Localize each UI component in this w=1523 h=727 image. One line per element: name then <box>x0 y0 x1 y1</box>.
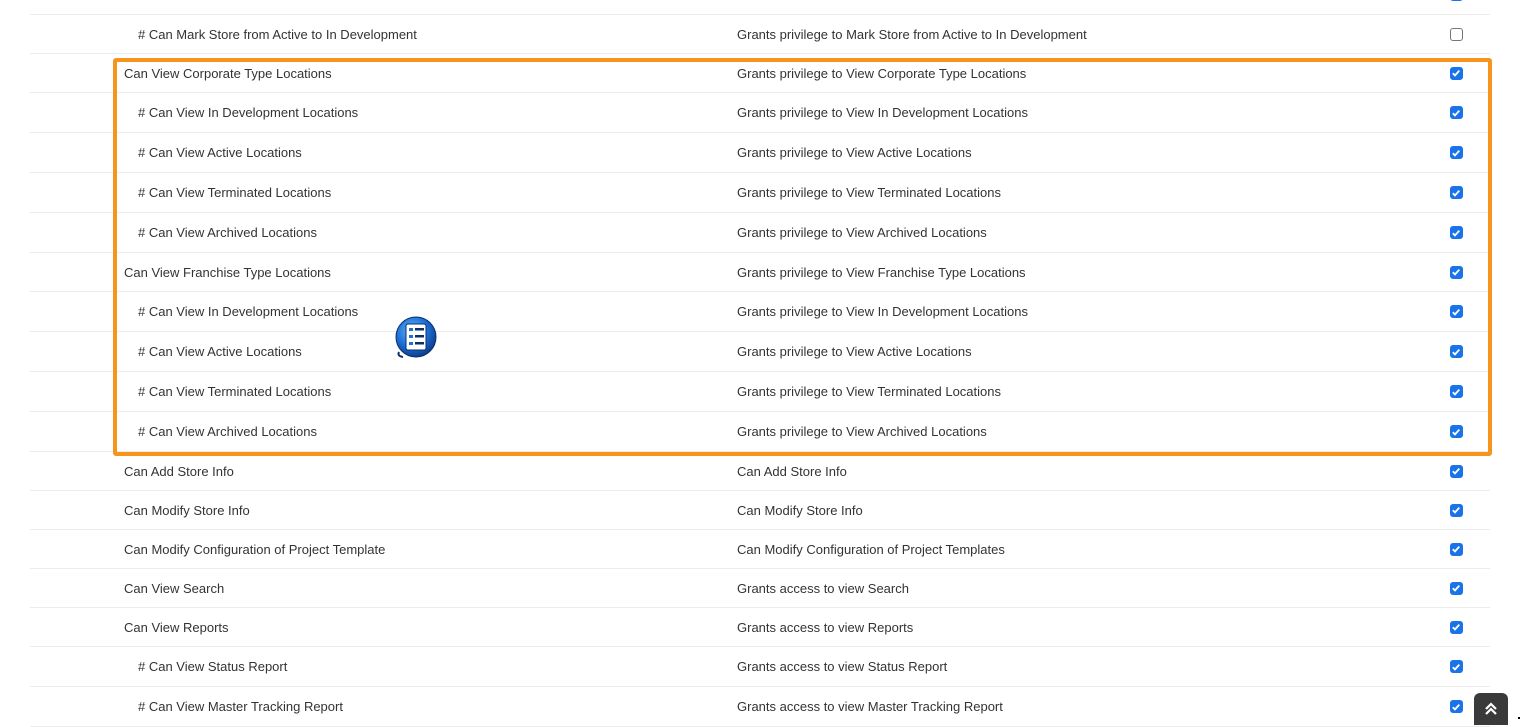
permission-checkbox[interactable] <box>1449 186 1463 199</box>
permission-description: Grants access to view Search <box>737 580 909 596</box>
table-row: # Can View Active Locations Grants privil… <box>30 332 1490 372</box>
permission-description: Grants privilege to View Terminated Loca… <box>737 384 1001 399</box>
permission-description: Grants privilege to View Active Location… <box>737 344 972 359</box>
table-row: # Can View In Development Locations Grant… <box>30 292 1490 332</box>
table-row: Can Modify Configuration of Project Temp… <box>30 530 1490 569</box>
permission-name: # Can View Active Locations <box>138 145 302 160</box>
permission-description: Grants privilege to View Active Location… <box>737 145 972 160</box>
permission-checkbox[interactable] <box>1449 66 1463 80</box>
permission-checkbox[interactable] <box>1449 503 1463 517</box>
numbered-list-icon[interactable] <box>393 316 439 360</box>
permission-name: # Can View Terminated Locations <box>138 185 332 200</box>
permission-checkbox[interactable] <box>1449 464 1463 478</box>
table-row: Can Modify Store Info Can Modify Store In… <box>30 491 1490 530</box>
permission-description: Grants privilege to View Archived Locati… <box>737 424 987 439</box>
permission-name: # Can View In Development Locations <box>138 105 359 120</box>
permission-checkbox[interactable] <box>1449 700 1463 713</box>
table-row: # Can Mark Store from Active to In Devel… <box>30 15 1490 54</box>
table-row: # Can View Terminated Locations Grants pr… <box>30 173 1490 213</box>
table-row: Can Add Store Info Can Add Store Info <box>30 452 1490 491</box>
table-row: # Can View Active Locations Grants privil… <box>30 133 1490 173</box>
permission-description: Can Modify Configuration of Project Temp… <box>737 541 1005 557</box>
table-row: # Can View Master Tracking Report Grants … <box>30 687 1490 727</box>
permission-name: Can Modify Configuration of Project Temp… <box>124 541 386 557</box>
permission-checkbox[interactable] <box>1449 620 1463 634</box>
permission-name: # Can View Master Tracking Report <box>138 699 343 714</box>
permission-name: # Can View Status Report <box>138 659 288 674</box>
permission-checkbox[interactable] <box>1449 345 1463 358</box>
permission-name: Can Add Store Info <box>124 463 234 479</box>
permission-description: Grants privilege to View In Development … <box>737 105 1028 120</box>
permission-checkbox[interactable] <box>1449 581 1463 595</box>
permission-description: Grants privilege to View Corporate Type … <box>737 65 1027 81</box>
permission-name: # Can View Archived Locations <box>138 424 317 439</box>
table-row: Can View Search Grants access to view Sea… <box>30 569 1490 608</box>
permission-checkbox[interactable] <box>1449 27 1463 41</box>
permission-name: Can View Search <box>124 580 225 596</box>
permission-name: Can View Reports <box>124 619 229 635</box>
permission-checkbox[interactable] <box>1449 385 1463 398</box>
permission-description: Can Modify Store Info <box>737 502 863 518</box>
permission-checkbox[interactable] <box>1449 265 1463 279</box>
permission-description: Grants privilege to View Terminated Loca… <box>737 185 1001 200</box>
permission-description: Grants privilege to Mark Store from Acti… <box>737 26 1087 42</box>
permission-checkbox[interactable] <box>1449 305 1463 318</box>
permission-description: Grants privilege to View Franchise Type … <box>737 264 1026 280</box>
permission-checkbox[interactable] <box>1449 146 1463 159</box>
table-row: Can View Reports Grants access to view Re… <box>30 608 1490 647</box>
table-row: # Can View Archived Locations Grants priv… <box>30 412 1490 452</box>
permission-description: Grants privilege to View Archived Locati… <box>737 225 987 240</box>
table-row: # Can View Archived Locations Grants priv… <box>30 213 1490 253</box>
permission-checkbox[interactable] <box>1449 660 1463 673</box>
permission-checkbox[interactable] <box>1449 106 1463 119</box>
permission-description: Grants access to view Master Tracking Re… <box>737 699 1003 714</box>
permission-name: # Can View Active Locations <box>138 344 302 359</box>
permission-name: # Can View Terminated Locations <box>138 384 332 399</box>
permission-checkbox[interactable] <box>1449 542 1463 556</box>
double-chevron-up-icon <box>1483 700 1499 719</box>
table-row: # Can View Status Report Grants access to… <box>30 647 1490 687</box>
permission-description: Grants privilege to View In Development … <box>737 304 1028 319</box>
permission-name: # Can View Archived Locations <box>138 225 317 240</box>
permission-name: Can Modify Store Info <box>124 502 250 518</box>
permission-description: Grants access to view Status Report <box>737 659 948 674</box>
permission-checkbox[interactable] <box>1449 0 1463 1</box>
table-row: # Can View Terminated Locations Grants pr… <box>30 372 1490 412</box>
scroll-to-top-button[interactable] <box>1474 693 1508 725</box>
cursor-dot <box>1518 717 1520 719</box>
permission-description: Grants access to view Reports <box>737 619 914 635</box>
permission-name: # Can View In Development Locations <box>138 304 359 319</box>
permission-name: # Can Mark Store from Active to In Devel… <box>138 26 417 42</box>
permission-checkbox[interactable] <box>1449 226 1463 239</box>
table-row: Can View Corporate Type Locations Grants … <box>30 54 1490 93</box>
table-row <box>30 0 1490 15</box>
permission-name: Can View Corporate Type Locations <box>124 65 332 81</box>
permission-checkbox[interactable] <box>1449 425 1463 438</box>
permission-description: Can Add Store Info <box>737 463 847 479</box>
permission-name: Can View Franchise Type Locations <box>124 264 331 280</box>
table-row: # Can View In Development Locations Grant… <box>30 93 1490 133</box>
table-row: Can View Franchise Type Locations Grants … <box>30 253 1490 292</box>
